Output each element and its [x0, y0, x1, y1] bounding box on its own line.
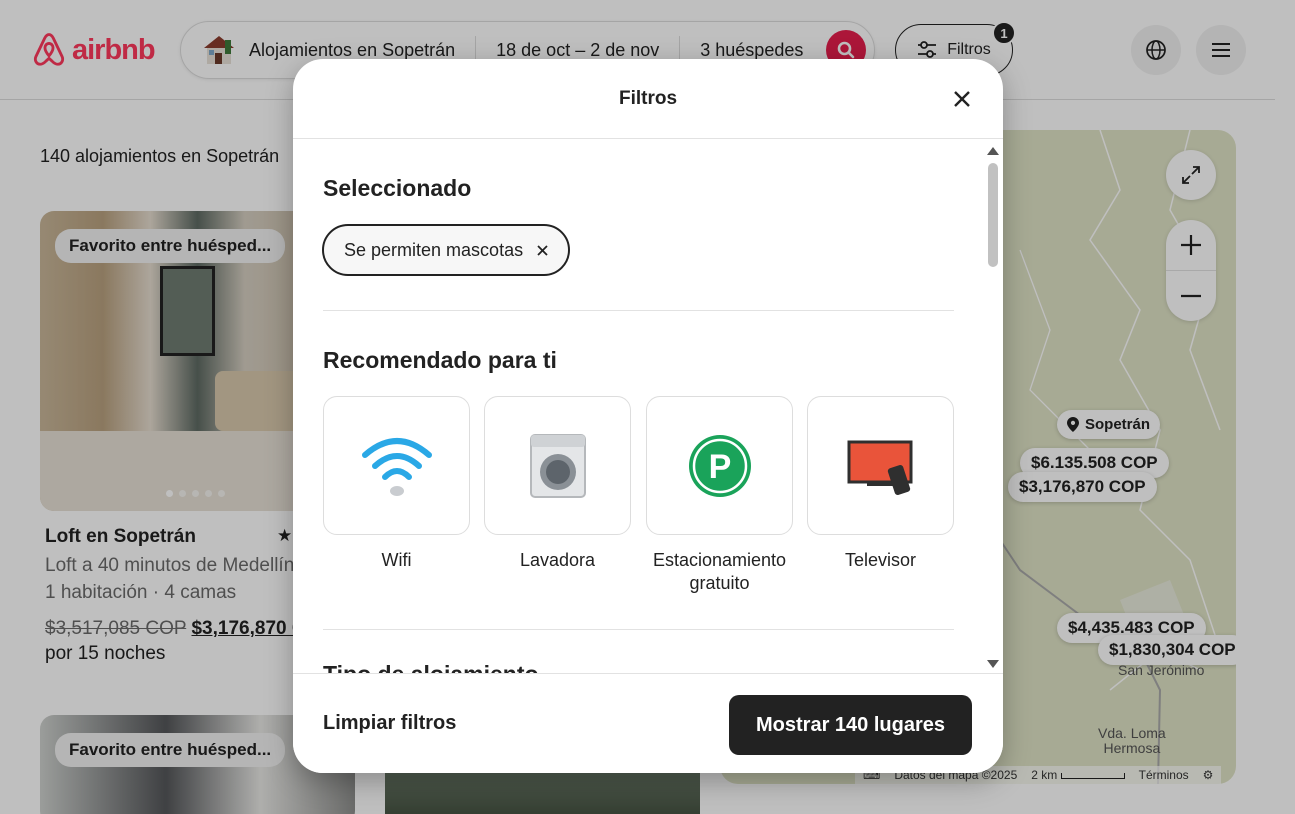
selected-filter-chip[interactable]: Se permiten mascotas — [322, 224, 571, 276]
amenity-washer-card[interactable] — [484, 396, 631, 535]
amenity-label: Televisor — [844, 550, 917, 570]
amenity-wifi-card[interactable] — [323, 396, 470, 535]
wifi-icon — [361, 437, 432, 496]
amenity-parking-card[interactable]: P — [646, 396, 793, 535]
section-divider — [323, 629, 954, 630]
amenity-label: Wifi — [381, 550, 412, 570]
modal-scrollbar[interactable] — [983, 139, 1003, 673]
scroll-down-icon[interactable] — [983, 657, 1003, 671]
chip-label: Se permiten mascotas — [344, 239, 524, 260]
recommended-section-title: Recomendado para ti — [323, 347, 557, 373]
clear-filters-button[interactable]: Limpiar filtros — [323, 712, 456, 735]
modal-header: Filtros — [293, 59, 1003, 139]
washer-icon — [529, 433, 586, 498]
show-results-button[interactable]: Mostrar 140 lugares — [729, 695, 972, 755]
tv-icon — [847, 440, 912, 495]
close-button[interactable] — [949, 86, 975, 112]
remove-icon[interactable] — [537, 244, 548, 256]
filters-modal: Filtros Seleccionado Se permiten mascota… — [293, 59, 1003, 773]
scroll-up-icon[interactable] — [983, 143, 1003, 157]
modal-title: Filtros — [618, 87, 678, 109]
modal-body[interactable]: Seleccionado Se permiten mascotas Recome… — [293, 139, 1003, 673]
property-type-section-title: Tipo de alojamiento — [323, 661, 539, 673]
close-icon — [954, 91, 970, 107]
svg-text:P: P — [708, 448, 731, 486]
parking-icon: P — [688, 434, 751, 497]
selected-section-title: Seleccionado — [323, 175, 472, 201]
scrollbar-thumb[interactable] — [988, 163, 998, 267]
amenity-label: Estacionamiento gratuito — [652, 550, 787, 593]
modal-footer: Limpiar filtros Mostrar 140 lugares — [293, 673, 1003, 773]
section-divider — [323, 310, 954, 311]
amenity-label: Lavadora — [519, 550, 596, 570]
amenity-tv-card[interactable] — [807, 396, 954, 535]
